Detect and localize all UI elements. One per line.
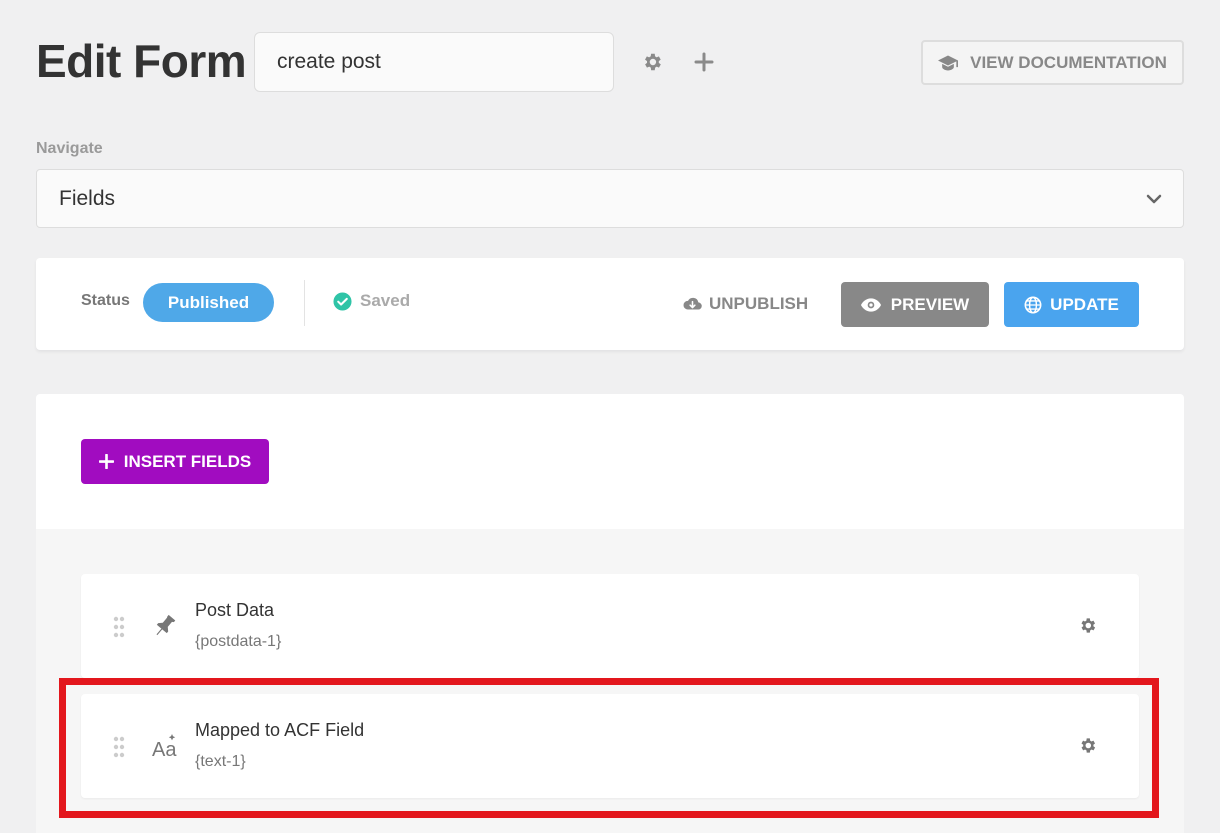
update-label: UPDATE: [1050, 294, 1119, 314]
navigate-select[interactable]: Fields: [36, 169, 1184, 228]
drag-handle-icon[interactable]: [113, 616, 125, 638]
field-tag: {text-1}: [195, 753, 246, 770]
saved-label: Saved: [360, 291, 411, 310]
form-builder: INSERT FIELDS Post Data {postdata-1} Aa …: [36, 394, 1184, 833]
unpublish-label: UNPUBLISH: [709, 294, 809, 313]
gear-icon[interactable]: [1078, 736, 1097, 755]
fields-list: Post Data {postdata-1} Aa Mapped to ACF …: [36, 529, 1184, 833]
cloud-download-icon: [683, 297, 702, 310]
svg-text:Aa: Aa: [152, 739, 177, 760]
gear-icon[interactable]: [638, 48, 666, 76]
field-row-mapped-to-acf-field[interactable]: Aa Mapped to ACF Field {text-1}: [81, 694, 1139, 798]
plus-icon: [98, 454, 114, 469]
graduation-cap-icon: [938, 55, 959, 70]
status-label: Status: [81, 292, 130, 309]
insert-fields-button[interactable]: INSERT FIELDS: [81, 439, 269, 484]
form-name-input[interactable]: [254, 32, 614, 92]
chevron-down-icon: [1146, 194, 1162, 204]
navigate-label: Navigate: [36, 140, 103, 157]
status-badge[interactable]: Published: [143, 283, 274, 322]
plus-icon[interactable]: [690, 48, 718, 76]
saved-indicator: Saved: [333, 291, 410, 311]
globe-icon: [1024, 296, 1042, 313]
update-button[interactable]: UPDATE: [1004, 282, 1139, 327]
field-name: Mapped to ACF Field: [195, 720, 365, 740]
page-title: Edit Form: [36, 35, 247, 87]
text-style-icon: Aa: [151, 732, 179, 760]
view-documentation-button[interactable]: VIEW DOCUMENTATION: [921, 40, 1184, 85]
check-circle-icon: [333, 291, 352, 311]
gear-icon[interactable]: [1078, 616, 1097, 635]
field-row-post-data[interactable]: Post Data {postdata-1}: [81, 574, 1139, 678]
eye-icon: [860, 297, 881, 312]
unpublish-button[interactable]: UNPUBLISH: [683, 294, 808, 314]
status-bar: Status Published Saved UNPUBLISH PREVIEW…: [36, 258, 1184, 350]
pin-icon: [151, 612, 179, 640]
field-name: Post Data: [195, 600, 275, 620]
preview-label: PREVIEW: [890, 294, 970, 314]
insert-fields-label: INSERT FIELDS: [123, 451, 252, 471]
field-tag: {postdata-1}: [195, 633, 282, 650]
view-documentation-label: VIEW DOCUMENTATION: [970, 52, 1167, 72]
navigate-selected-value: Fields: [59, 186, 116, 210]
preview-button[interactable]: PREVIEW: [841, 282, 989, 327]
status-divider: [304, 280, 305, 326]
drag-handle-icon[interactable]: [113, 736, 125, 758]
